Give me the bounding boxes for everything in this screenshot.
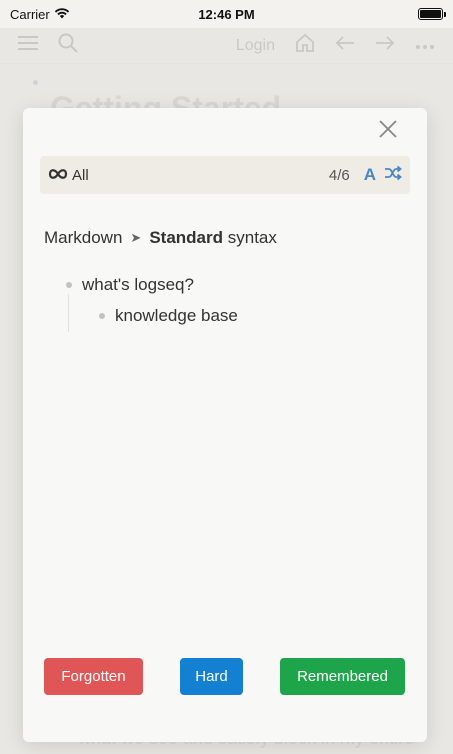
breadcrumb-current-bold[interactable]: Standard	[149, 228, 223, 247]
shuffle-icon[interactable]	[384, 165, 402, 186]
breadcrumb-parent[interactable]: Markdown	[44, 228, 122, 248]
filter-all-button[interactable]: All	[48, 167, 89, 184]
hard-button[interactable]: Hard	[180, 658, 243, 695]
cards-toolbar: All 4/6 A	[40, 156, 410, 194]
filter-label: All	[72, 166, 89, 184]
forgotten-button[interactable]: Forgotten	[44, 658, 143, 695]
wifi-icon	[54, 7, 70, 22]
breadcrumb: Markdown ➤ Standard syntax	[44, 228, 277, 248]
block-text[interactable]: what's logseq?	[82, 275, 194, 295]
battery-icon	[418, 8, 446, 20]
block-children-guide	[68, 294, 69, 332]
breadcrumb-current-rest[interactable]: syntax	[228, 228, 277, 247]
carrier-label: Carrier	[10, 6, 50, 22]
infinity-icon	[48, 167, 68, 184]
breadcrumb-arrow-icon: ➤	[130, 230, 142, 245]
bullet-icon[interactable]	[99, 313, 105, 319]
card-count: 4/6	[328, 166, 350, 184]
status-left: Carrier	[10, 7, 70, 22]
block-text[interactable]: knowledge base	[115, 306, 238, 326]
font-toggle-button[interactable]: A	[364, 165, 376, 185]
status-bar: Carrier 12:46 PM	[0, 0, 453, 28]
remembered-button[interactable]: Remembered	[280, 658, 405, 695]
bullet-icon[interactable]	[66, 282, 72, 288]
flashcard-modal: All 4/6 A Markdown ➤ Standard syntax wha…	[23, 108, 427, 742]
block-item[interactable]: what's logseq?	[66, 275, 194, 295]
block-item[interactable]: knowledge base	[99, 306, 238, 326]
close-icon	[379, 119, 397, 143]
close-button[interactable]	[377, 119, 399, 143]
